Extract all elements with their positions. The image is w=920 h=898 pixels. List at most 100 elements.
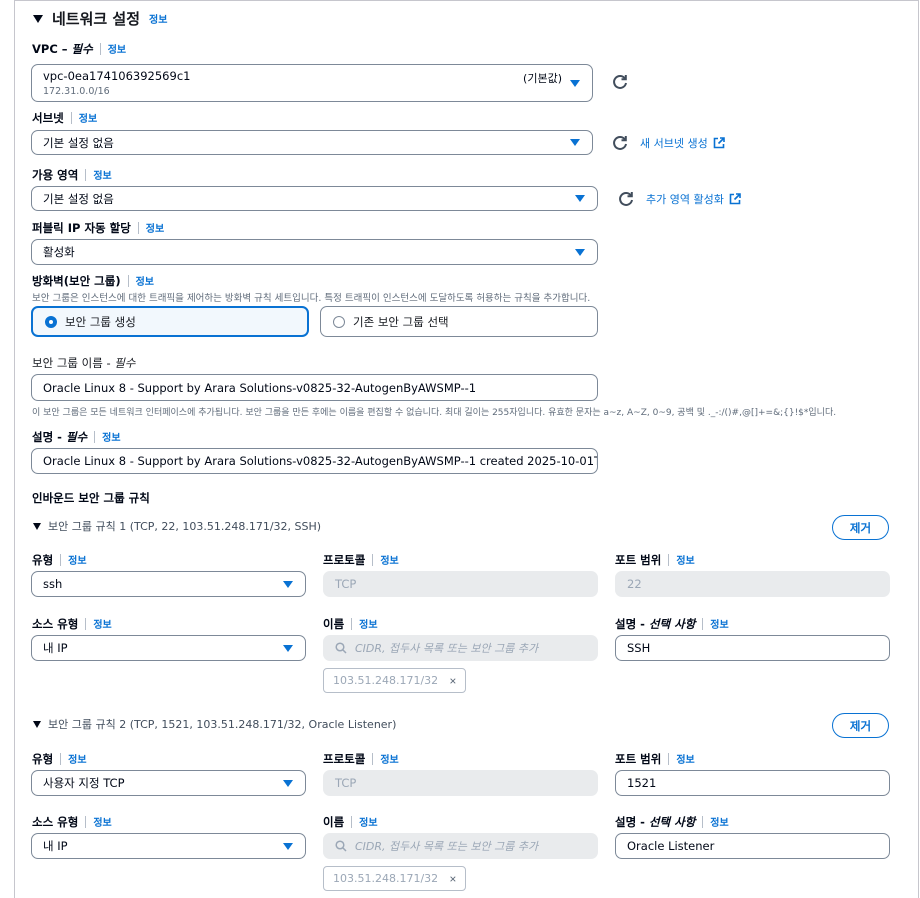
- vpc-select[interactable]: vpc-0ea174106392569c1 172.31.0.0/16 (기본값…: [31, 64, 593, 102]
- port-label-text: 포트 범위: [615, 752, 662, 766]
- refresh-az-icon[interactable]: [617, 190, 635, 208]
- type-label-text: 유형: [32, 553, 54, 567]
- divider: [668, 753, 670, 765]
- radio-selected-icon[interactable]: [45, 315, 57, 328]
- divider: [137, 222, 139, 234]
- vpc-label-text: VPC –: [32, 42, 72, 56]
- rule-2-desc-input[interactable]: Oracle Listener: [615, 833, 890, 859]
- section-info-link[interactable]: 정보: [149, 11, 167, 26]
- collapse-caret-icon[interactable]: [33, 14, 43, 23]
- rule-1-source-search[interactable]: CIDR, 접두사 목록 또는 보안 그룹 추가: [323, 635, 598, 661]
- public-ip-select[interactable]: 활성화: [31, 239, 598, 265]
- existing-security-group-tile[interactable]: 기존 보안 그룹 선택: [320, 306, 598, 337]
- divider: [85, 816, 87, 828]
- rule-1-header[interactable]: 보안 그룹 규칙 1 (TCP, 22, 103.51.248.171/32, …: [33, 518, 321, 534]
- divider: [351, 816, 353, 828]
- az-value: 기본 설정 없음: [43, 191, 114, 206]
- close-icon[interactable]: [450, 874, 456, 884]
- source-type-info-link[interactable]: 정보: [93, 620, 111, 631]
- desc-optional: 선택 사항: [648, 617, 696, 631]
- rule-1-search-placeholder: CIDR, 접두사 목록 또는 보안 그룹 추가: [355, 642, 539, 655]
- source-type-info-link[interactable]: 정보: [93, 818, 111, 829]
- refresh-vpc-icon[interactable]: [611, 73, 629, 91]
- collapse-caret-icon[interactable]: [33, 720, 41, 728]
- rule-2-header[interactable]: 보안 그룹 규칙 2 (TCP, 1521, 103.51.248.171/32…: [33, 716, 396, 732]
- rule-1-source-type-value: 내 IP: [43, 641, 68, 655]
- rule-1-protocol-value: TCP: [335, 577, 357, 591]
- rule-2-remove-button[interactable]: 제거: [832, 713, 889, 738]
- firewall-info-link[interactable]: 정보: [136, 277, 154, 288]
- rule-1-remove-button[interactable]: 제거: [832, 515, 889, 540]
- divider: [668, 554, 670, 566]
- rule-1-source-type-select[interactable]: 내 IP: [31, 635, 306, 661]
- rule-1-type-value: ssh: [43, 577, 63, 591]
- rule-1-type-select[interactable]: ssh: [31, 571, 306, 597]
- port-info-link[interactable]: 정보: [676, 755, 694, 766]
- protocol-info-link[interactable]: 정보: [380, 755, 398, 766]
- close-icon[interactable]: [450, 676, 456, 686]
- sg-desc-input[interactable]: Oracle Linux 8 - Support by Arara Soluti…: [31, 448, 598, 474]
- create-subnet-link-text: 새 서브넷 생성: [640, 137, 708, 150]
- protocol-info-link[interactable]: 정보: [380, 556, 398, 567]
- name-info-link[interactable]: 정보: [359, 620, 377, 631]
- rule-2-protocol-value: TCP: [335, 776, 357, 790]
- create-subnet-link[interactable]: 새 서브넷 생성: [640, 135, 725, 151]
- enable-zone-link[interactable]: 추가 영역 활성화: [646, 191, 741, 207]
- external-link-icon: [713, 137, 725, 149]
- divider: [99, 43, 101, 55]
- source-type-label-text: 소스 유형: [32, 815, 79, 829]
- rule-2-source-search[interactable]: CIDR, 접두사 목록 또는 보안 그룹 추가: [323, 833, 598, 859]
- az-label: 가용 영역 정보: [32, 167, 112, 183]
- source-type-label-text: 소스 유형: [32, 617, 79, 631]
- section-header[interactable]: 네트워크 설정 정보: [33, 8, 167, 29]
- vpc-required: 필수: [71, 42, 93, 56]
- divider: [70, 112, 72, 124]
- subnet-info-link[interactable]: 정보: [79, 114, 97, 125]
- vpc-value: vpc-0ea174106392569c1: [43, 69, 191, 83]
- desc-info-link[interactable]: 정보: [710, 818, 728, 829]
- create-security-group-label: 보안 그룹 생성: [65, 314, 136, 329]
- collapse-caret-icon[interactable]: [33, 522, 41, 530]
- chevron-down-icon: [575, 195, 585, 202]
- public-ip-label: 퍼블릭 IP 자동 할당 정보: [32, 220, 164, 236]
- rule-2-type-select[interactable]: 사용자 지정 TCP: [31, 770, 306, 796]
- section-title: 네트워크 설정: [52, 10, 141, 28]
- rule-1-desc-label: 설명 - 선택 사항 정보: [615, 616, 729, 632]
- refresh-subnet-icon[interactable]: [611, 134, 629, 152]
- divider: [94, 431, 96, 443]
- divider: [85, 169, 87, 181]
- sg-name-input[interactable]: Oracle Linux 8 - Support by Arara Soluti…: [31, 374, 598, 401]
- sg-desc-info-link[interactable]: 정보: [102, 433, 120, 444]
- port-info-link[interactable]: 정보: [676, 556, 694, 567]
- subnet-select[interactable]: 기본 설정 없음: [31, 130, 593, 155]
- rule-2-port-input[interactable]: 1521: [615, 770, 890, 796]
- chevron-down-icon: [283, 842, 293, 850]
- rule-1-port-input: 22: [615, 571, 890, 597]
- desc-info-link[interactable]: 정보: [710, 620, 728, 631]
- radio-unselected-icon[interactable]: [333, 315, 345, 328]
- sg-desc-label-text: 설명 -: [32, 430, 66, 444]
- public-ip-info-link[interactable]: 정보: [146, 224, 164, 235]
- vpc-default-tag: (기본값): [523, 72, 562, 85]
- az-info-link[interactable]: 정보: [93, 171, 111, 182]
- sg-name-label: 보안 그룹 이름 - 필수: [32, 355, 135, 371]
- sg-name-label-text: 보안 그룹 이름 -: [32, 356, 115, 370]
- type-info-link[interactable]: 정보: [68, 556, 86, 567]
- rule-1-desc-input[interactable]: SSH: [615, 635, 890, 661]
- rule-2-desc-label: 설명 - 선택 사항 정보: [615, 814, 729, 830]
- type-info-link[interactable]: 정보: [68, 755, 86, 766]
- rule-2-protocol-label: 프로토콜 정보: [323, 751, 399, 767]
- rule-1-protocol-label: 프로토콜 정보: [323, 552, 399, 568]
- divider: [372, 753, 374, 765]
- rule-1-name-label: 이름 정보: [323, 616, 378, 632]
- create-security-group-tile[interactable]: 보안 그룹 생성: [31, 306, 309, 337]
- rule-1-desc-value: SSH: [627, 641, 651, 655]
- name-info-link[interactable]: 정보: [359, 818, 377, 829]
- divider: [372, 554, 374, 566]
- vpc-info-link[interactable]: 정보: [108, 45, 126, 56]
- sg-name-value: Oracle Linux 8 - Support by Arara Soluti…: [43, 380, 477, 395]
- rule-2-source-type-select[interactable]: 내 IP: [31, 833, 306, 859]
- vpc-cidr: 172.31.0.0/16: [43, 86, 110, 97]
- divider: [85, 618, 87, 630]
- az-select[interactable]: 기본 설정 없음: [31, 186, 598, 211]
